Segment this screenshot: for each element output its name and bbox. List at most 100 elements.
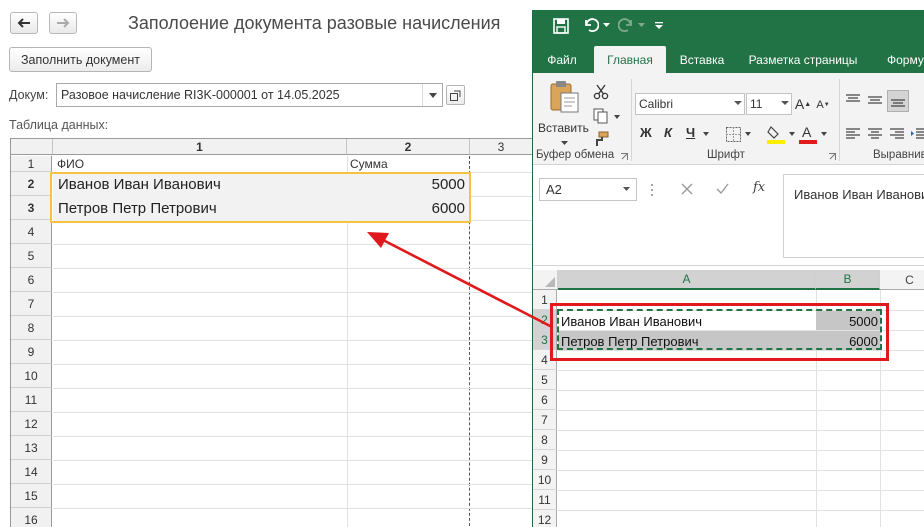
- row-header[interactable]: 5: [533, 370, 557, 390]
- row-number[interactable]: 8: [11, 316, 52, 340]
- row-number[interactable]: 7: [11, 292, 52, 316]
- open-document-button[interactable]: [446, 85, 465, 105]
- grid-line: [53, 316, 532, 317]
- column-header[interactable]: 3: [470, 139, 532, 155]
- cut-icon[interactable]: [593, 84, 609, 100]
- select-all-corner[interactable]: [533, 270, 558, 290]
- fill-color-icon[interactable]: [767, 124, 785, 144]
- align-middle-icon[interactable]: [867, 93, 883, 107]
- row-number[interactable]: 16: [11, 508, 52, 527]
- row-header[interactable]: 10: [533, 470, 557, 490]
- redo-icon[interactable]: [618, 18, 634, 32]
- align-center-icon[interactable]: [867, 127, 883, 141]
- align-bottom-icon[interactable]: [887, 90, 909, 112]
- row-number[interactable]: 5: [11, 244, 52, 268]
- chevron-down-icon: [781, 101, 789, 105]
- row-header[interactable]: 12: [533, 510, 557, 527]
- excel-window: Файл Главная Вставка Разметка страницы Ф…: [532, 10, 924, 527]
- row-header[interactable]: 7: [533, 410, 557, 430]
- formula-input[interactable]: Иванов Иван Иванович: [783, 174, 924, 258]
- row-number[interactable]: 14: [11, 460, 52, 484]
- document-field[interactable]: Разовое начисление RI3K-000001 от 14.05.…: [56, 83, 443, 107]
- font-size-select[interactable]: 11: [746, 93, 792, 115]
- paste-icon[interactable]: [547, 78, 581, 114]
- column-header[interactable]: 2: [347, 139, 470, 155]
- row-number[interactable]: 15: [11, 484, 52, 508]
- tab-formulas[interactable]: Форму: [875, 46, 924, 73]
- header-cell-fio[interactable]: ФИО: [57, 157, 84, 171]
- data-table[interactable]: 1 2 3 1 2 3 4 5 6 7 8 9 10 11 12 13 14 1…: [10, 138, 532, 527]
- tab-page-layout[interactable]: Разметка страницы: [741, 46, 865, 73]
- open-window-icon: [450, 90, 461, 101]
- copy-dropdown-icon[interactable]: [614, 115, 620, 119]
- undo-icon[interactable]: [583, 18, 599, 32]
- document-dropdown-button[interactable]: [422, 84, 442, 106]
- copy-icon[interactable]: [593, 108, 609, 124]
- row-number[interactable]: 1: [11, 156, 52, 172]
- borders-icon[interactable]: [725, 126, 741, 142]
- back-button[interactable]: [10, 12, 38, 34]
- format-painter-icon[interactable]: [593, 131, 609, 147]
- cancel-icon[interactable]: [681, 183, 693, 195]
- paste-button-label[interactable]: Вставить: [538, 121, 589, 135]
- font-color-dropdown-icon[interactable]: [821, 132, 827, 136]
- row-number[interactable]: 4: [11, 220, 52, 244]
- customize-toolbar-icon[interactable]: [655, 22, 663, 30]
- row-header[interactable]: 9: [533, 450, 557, 470]
- grid-line: [53, 340, 532, 341]
- decrease-font-icon[interactable]: A ▼: [816, 97, 830, 113]
- dialog-launcher-icon[interactable]: [621, 153, 628, 160]
- align-top-icon[interactable]: [845, 93, 861, 107]
- enter-icon[interactable]: [716, 183, 729, 195]
- bold-button[interactable]: Ж: [640, 125, 652, 140]
- underline-dropdown-icon[interactable]: [703, 132, 709, 136]
- save-icon[interactable]: [553, 18, 569, 34]
- onec-window: Заполоение документа разовые начисления …: [0, 0, 532, 527]
- resize-handle-icon[interactable]: [650, 182, 654, 198]
- redo-dropdown-icon[interactable]: [638, 23, 645, 27]
- indent-icon[interactable]: [911, 127, 924, 141]
- increase-font-icon[interactable]: A ▲: [795, 95, 811, 113]
- name-box[interactable]: A2: [539, 178, 637, 201]
- tab-file[interactable]: Файл: [533, 46, 591, 73]
- row-number[interactable]: 13: [11, 436, 52, 460]
- font-color-icon[interactable]: A: [799, 124, 817, 144]
- row-number[interactable]: 3: [11, 196, 52, 220]
- underline-button[interactable]: Ч: [686, 125, 695, 140]
- header-cell-sum[interactable]: Сумма: [350, 157, 388, 171]
- column-header[interactable]: 1: [53, 139, 347, 155]
- align-right-icon[interactable]: [889, 127, 905, 141]
- forward-button[interactable]: [49, 12, 77, 34]
- row-header[interactable]: 8: [533, 430, 557, 450]
- undo-dropdown-icon[interactable]: [603, 23, 610, 27]
- row-number[interactable]: 12: [11, 412, 52, 436]
- highlight-frame: [550, 303, 889, 361]
- column-header-c[interactable]: C: [880, 270, 924, 290]
- dialog-launcher-icon[interactable]: [829, 153, 836, 160]
- paste-dropdown-icon[interactable]: [561, 141, 568, 145]
- insert-function-icon[interactable]: fx: [753, 180, 765, 195]
- row-number[interactable]: 2: [11, 172, 52, 196]
- row-number[interactable]: 6: [11, 268, 52, 292]
- italic-button[interactable]: К: [664, 125, 672, 140]
- borders-dropdown-icon[interactable]: [745, 132, 751, 136]
- row-number[interactable]: 10: [11, 364, 52, 388]
- grid-line: [558, 510, 924, 511]
- chevron-down-icon: [428, 92, 437, 98]
- column-header-b[interactable]: B: [816, 270, 880, 290]
- grid-line: [53, 364, 532, 365]
- ribbon-separator: [839, 79, 840, 161]
- font-name-select[interactable]: Calibri: [635, 93, 745, 115]
- tab-home[interactable]: Главная: [594, 46, 666, 73]
- row-number[interactable]: 9: [11, 340, 52, 364]
- worksheet[interactable]: A B C 1 2 3 4 5 6 7 8 9 10 11 12 Иванов …: [533, 268, 924, 527]
- column-header-a[interactable]: A: [558, 270, 816, 290]
- tab-insert[interactable]: Вставка: [668, 46, 736, 73]
- row-number[interactable]: 11: [11, 388, 52, 412]
- align-left-icon[interactable]: [845, 127, 861, 141]
- page-title: Заполоение документа разовые начисления: [128, 13, 501, 33]
- fill-document-button[interactable]: Заполнить документ: [9, 47, 152, 72]
- row-header[interactable]: 6: [533, 390, 557, 410]
- row-header[interactable]: 11: [533, 490, 557, 510]
- fill-color-dropdown-icon[interactable]: [789, 132, 795, 136]
